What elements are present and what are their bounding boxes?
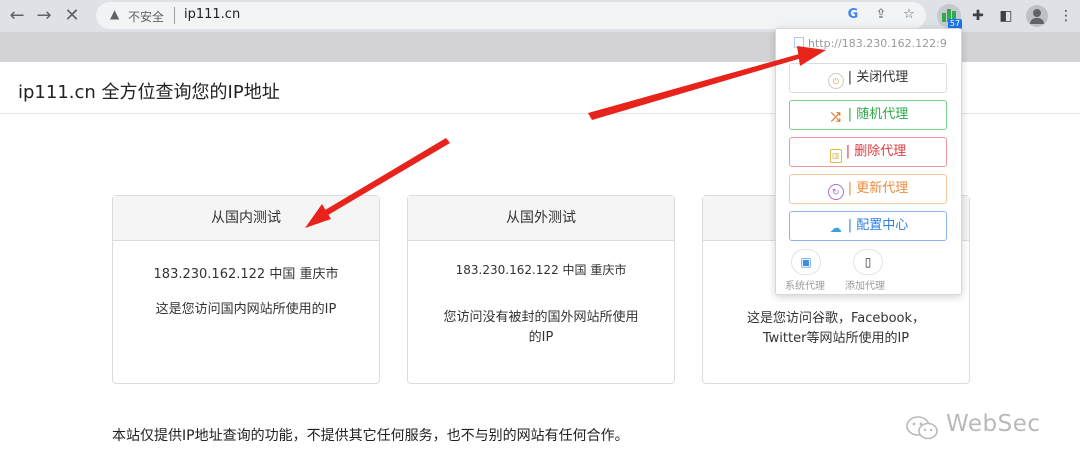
domestic-test-card: 从国内测试 183.230.162.122 中国 重庆市 这是您访问国内网站所使… xyxy=(112,195,380,384)
proxy-extension-icon[interactable]: 57 xyxy=(937,4,962,29)
proxy-extension-popup: http://183.230.162.122:9 ⏻ | 关闭代理 ⤮ | 随机代理… xyxy=(775,28,962,295)
power-icon: ⏻ xyxy=(827,73,844,89)
delete-proxy-button[interactable]: ▥ | 删除代理 xyxy=(789,137,947,167)
person-icon xyxy=(1033,9,1041,17)
side-panel-icon[interactable]: ◧ xyxy=(994,4,1018,28)
watermark-text: WebSec xyxy=(946,411,1041,437)
current-proxy-url[interactable]: http://183.230.162.122:9 xyxy=(794,37,962,50)
person-icon-body xyxy=(1030,18,1044,24)
system-proxy-button[interactable]: ▣ xyxy=(791,249,821,275)
settings-icon: ☁ xyxy=(829,221,842,235)
security-label[interactable]: 不安全 xyxy=(128,8,164,25)
profile-avatar[interactable] xyxy=(1026,5,1048,27)
forward-icon[interactable]: → xyxy=(32,4,56,28)
card-description: 您访问没有被封的国外网站所使用的IP xyxy=(443,310,639,345)
copy-icon[interactable] xyxy=(794,37,804,48)
card-ip-result: 183.230.162.122 中国 重庆市 xyxy=(153,267,339,282)
extensions-puzzle-icon[interactable]: ✚ xyxy=(966,4,990,28)
random-proxy-button[interactable]: ⤮ | 随机代理 xyxy=(789,100,947,130)
address-divider xyxy=(174,7,175,24)
address-bar[interactable]: ▲ 不安全 ip111.cn G ⇪ ☆ xyxy=(96,2,926,29)
url-text[interactable]: ip111.cn xyxy=(184,7,240,22)
bookmark-star-icon[interactable]: ☆ xyxy=(900,6,918,24)
update-proxy-button[interactable]: ↻ | 更新代理 xyxy=(789,174,947,204)
refresh-icon: ↻ xyxy=(827,184,844,200)
card-ip-result: 183.230.162.122 中国 重庆市 xyxy=(455,263,627,277)
site-brand[interactable]: ip111.cn 全方位查询您的IP地址 xyxy=(18,78,280,104)
bar-chart-icon xyxy=(942,13,946,22)
google-icon[interactable]: G xyxy=(844,6,862,24)
share-icon[interactable]: ⇪ xyxy=(872,6,890,24)
proxy-url-text: http://183.230.162.122:9 xyxy=(808,37,947,50)
card-title: 从国外测试 xyxy=(408,196,674,241)
add-proxy-label: 添加代理 xyxy=(845,281,885,292)
warning-icon[interactable]: ▲ xyxy=(110,7,119,21)
card-description: 这是您访问谷歌，Facebook，Twitter等网站所使用的IP xyxy=(746,311,926,346)
card-title: 从国内测试 xyxy=(113,196,379,241)
close-proxy-button[interactable]: ⏻ | 关闭代理 xyxy=(789,63,947,93)
random-proxy-label: | 随机代理 xyxy=(847,107,909,122)
back-icon[interactable]: ← xyxy=(5,4,29,28)
trash-icon: ▥ xyxy=(829,149,842,163)
close-proxy-label: | 关闭代理 xyxy=(847,70,909,85)
wechat-icon xyxy=(906,416,938,440)
delete-proxy-label: | 删除代理 xyxy=(845,144,907,159)
card-description: 这是您访问国内网站所使用的IP xyxy=(155,302,337,317)
site-notice: 本站仅提供IP地址查询的功能，不提供其它任何服务，也不与别的网站有任何合作。 xyxy=(112,428,629,444)
stop-loading-icon[interactable]: ✕ xyxy=(60,4,84,28)
document-add-icon: ▯ xyxy=(864,255,872,269)
add-proxy-button[interactable]: ▯ xyxy=(853,249,883,275)
config-center-button[interactable]: ☁ | 配置中心 xyxy=(789,211,947,241)
update-proxy-label: | 更新代理 xyxy=(847,181,909,196)
shuffle-icon: ⤮ xyxy=(830,110,841,124)
trash-can-icon: ▣ xyxy=(800,255,812,269)
config-center-label: | 配置中心 xyxy=(847,218,909,233)
menu-dots-icon[interactable]: ⋮ xyxy=(1054,4,1078,28)
foreign-test-card: 从国外测试 183.230.162.122 中国 重庆市 您访问没有被封的国外网… xyxy=(407,195,675,384)
system-proxy-label: 系统代理 xyxy=(785,281,825,292)
